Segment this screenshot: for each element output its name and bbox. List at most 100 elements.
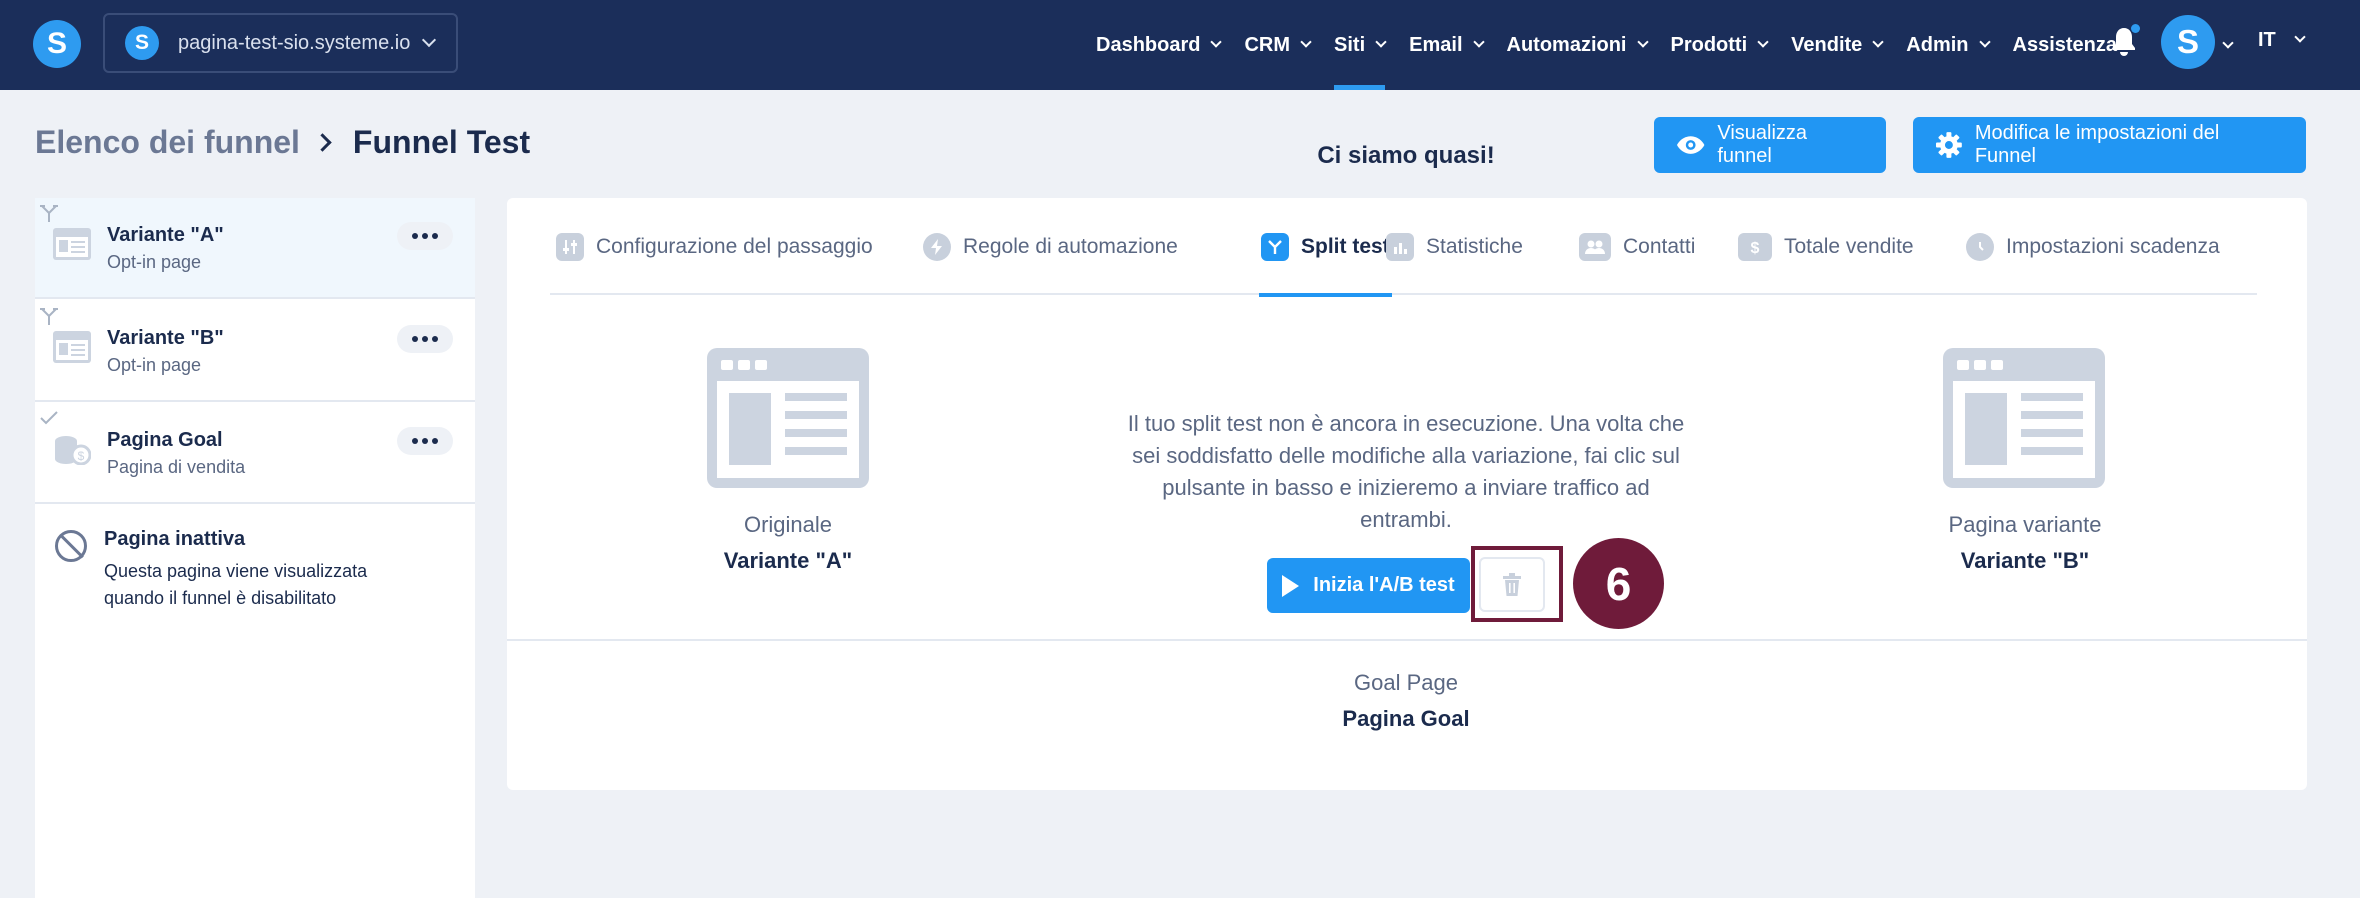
nav-assistenza[interactable]: Assistenza: [2013, 0, 2118, 90]
more-options-button[interactable]: [397, 325, 453, 353]
funnel-settings-button[interactable]: Modifica le impostazioni del Funnel: [1913, 117, 2306, 173]
tab-contatti[interactable]: Contatti: [1579, 198, 1695, 295]
nav-dashboard[interactable]: Dashboard: [1096, 0, 1223, 90]
goal-page-name: Pagina Goal: [1342, 706, 1470, 731]
more-options-button[interactable]: [397, 427, 453, 455]
main-nav: Dashboard CRM Siti Email Automazioni Pro…: [1096, 0, 2141, 90]
breadcrumb: Elenco dei funnel Funnel Test: [35, 124, 530, 161]
site-selector[interactable]: S pagina-test-sio.systeme.io: [103, 13, 458, 73]
chevron-down-icon: [421, 32, 437, 48]
page-icon: [53, 331, 91, 363]
variant-page-thumbnail: [1943, 348, 2105, 488]
trash-icon: [1503, 572, 1521, 596]
language-label: IT: [2258, 28, 2276, 51]
svg-text:$: $: [1751, 240, 1760, 256]
avatar[interactable]: S: [2161, 15, 2215, 69]
ban-icon: [55, 530, 87, 562]
divider: [507, 639, 2307, 641]
nav-label: CRM: [1244, 33, 1291, 56]
page-title: Funnel Test: [352, 124, 531, 160]
start-ab-test-label: Inizia l'A/B test: [1313, 574, 1455, 596]
variant-page-name: Variante "B": [1960, 548, 2090, 573]
top-navigation-bar: S S pagina-test-sio.systeme.io Dashboard…: [0, 0, 2360, 90]
bell-icon[interactable]: [2110, 24, 2140, 58]
chevron-down-icon: [1210, 36, 1223, 48]
nav-prodotti[interactable]: Prodotti: [1671, 0, 1769, 90]
play-icon: [1282, 574, 1300, 597]
delete-variant-button[interactable]: [1479, 557, 1545, 612]
tab-label: Regole di automazione: [963, 234, 1178, 258]
chevron-down-icon[interactable]: [2222, 34, 2234, 52]
nav-label: Automazioni: [1506, 33, 1627, 56]
nav-vendite[interactable]: Vendite: [1791, 0, 1884, 90]
variant-label: Pagina variante: [1948, 512, 2102, 537]
split-icon: [40, 308, 58, 325]
step-title: Variante "B": [107, 327, 224, 349]
tab-label: Statistiche: [1426, 234, 1523, 258]
nav-label: Email: [1409, 33, 1463, 56]
tab-impostazioni-scadenza[interactable]: Impostazioni scadenza: [1966, 198, 2220, 295]
check-icon: [40, 411, 58, 425]
nav-label: Siti: [1334, 33, 1366, 56]
funnel-steps-panel: Variante "A" Opt-in page Variante "B" Op…: [35, 198, 475, 898]
chevron-down-icon: [1300, 36, 1312, 48]
split-status-title: Ci siamo quasi!: [1317, 142, 1495, 169]
nav-admin[interactable]: Admin: [1906, 0, 1991, 90]
nav-email[interactable]: Email: [1409, 0, 1485, 90]
page-icon: [53, 228, 91, 260]
systeme-logo[interactable]: S: [33, 20, 81, 68]
chart-icon: [1386, 232, 1414, 261]
tab-totale-vendite[interactable]: $ Totale vendite: [1738, 198, 1914, 295]
inactive-description: Questa pagina viene visualizzata quando …: [104, 561, 368, 608]
step-subtitle: Opt-in page: [107, 355, 202, 375]
tab-label: Configurazione del passaggio: [596, 234, 873, 258]
tab-label: Impostazioni scadenza: [2006, 234, 2220, 258]
nav-automazioni[interactable]: Automazioni: [1506, 0, 1649, 90]
split-icon: [40, 205, 58, 222]
split-icon: [1261, 232, 1289, 261]
step-variant-b[interactable]: Variante "B" Opt-in page: [35, 301, 475, 402]
step-variant-a[interactable]: Variante "A" Opt-in page: [35, 198, 475, 299]
contacts-icon: [1579, 232, 1611, 261]
gear-icon: [1935, 132, 1962, 158]
inactive-page[interactable]: Pagina inattiva Questa pagina viene visu…: [35, 510, 475, 620]
funnel-settings-label: Modifica le impostazioni del Funnel: [1974, 122, 2220, 167]
original-page-thumbnail: [707, 348, 869, 488]
step-number-badge: 6: [1573, 538, 1664, 629]
nav-crm[interactable]: CRM: [1244, 0, 1312, 90]
step-tabs: Configurazione del passaggio Regole di a…: [550, 198, 2257, 297]
inactive-title: Pagina inattiva: [104, 528, 246, 550]
nav-siti[interactable]: Siti: [1334, 0, 1387, 90]
step-title: Variante "A": [107, 224, 224, 246]
tab-split-test[interactable]: Split test: [1259, 198, 1392, 297]
nav-label: Dashboard: [1096, 33, 1201, 56]
goal-page-label: Goal Page: [1354, 670, 1458, 695]
site-name: pagina-test-sio.systeme.io: [178, 31, 411, 54]
tab-configurazione[interactable]: Configurazione del passaggio: [556, 198, 873, 295]
chevron-right-icon: [313, 133, 332, 152]
original-variant-name: Variante "A": [723, 548, 853, 573]
step-subtitle: Pagina di vendita: [107, 457, 246, 477]
nav-label: Vendite: [1791, 33, 1863, 56]
more-options-button[interactable]: [397, 222, 453, 250]
clock-icon: [1966, 232, 1994, 261]
language-selector[interactable]: IT: [2258, 0, 2306, 80]
tab-statistiche[interactable]: Statistiche: [1386, 198, 1523, 295]
chevron-down-icon: [1636, 36, 1649, 48]
site-logo-icon: S: [125, 26, 159, 60]
step-goal-page[interactable]: $ Pagina Goal Pagina di vendita: [35, 403, 475, 504]
breadcrumb-funnel-list[interactable]: Elenco dei funnel: [35, 124, 300, 161]
tab-regole[interactable]: Regole di automazione: [923, 198, 1178, 295]
nav-label: Assistenza: [2012, 33, 2118, 56]
chevron-down-icon: [1978, 36, 1991, 48]
dollar-icon: $: [1738, 232, 1772, 261]
svg-text:$: $: [78, 449, 85, 463]
notification-dot: [2131, 24, 2140, 33]
split-status-text: Il tuo split test non è ancora in esecuz…: [1127, 411, 1685, 532]
tab-label: Contatti: [1623, 234, 1696, 258]
start-ab-test-button[interactable]: Inizia l'A/B test: [1267, 558, 1470, 613]
original-label: Originale: [743, 512, 833, 537]
step-title: Pagina Goal: [107, 429, 223, 451]
tab-label: Split test: [1301, 234, 1390, 258]
chevron-down-icon: [1872, 36, 1884, 48]
